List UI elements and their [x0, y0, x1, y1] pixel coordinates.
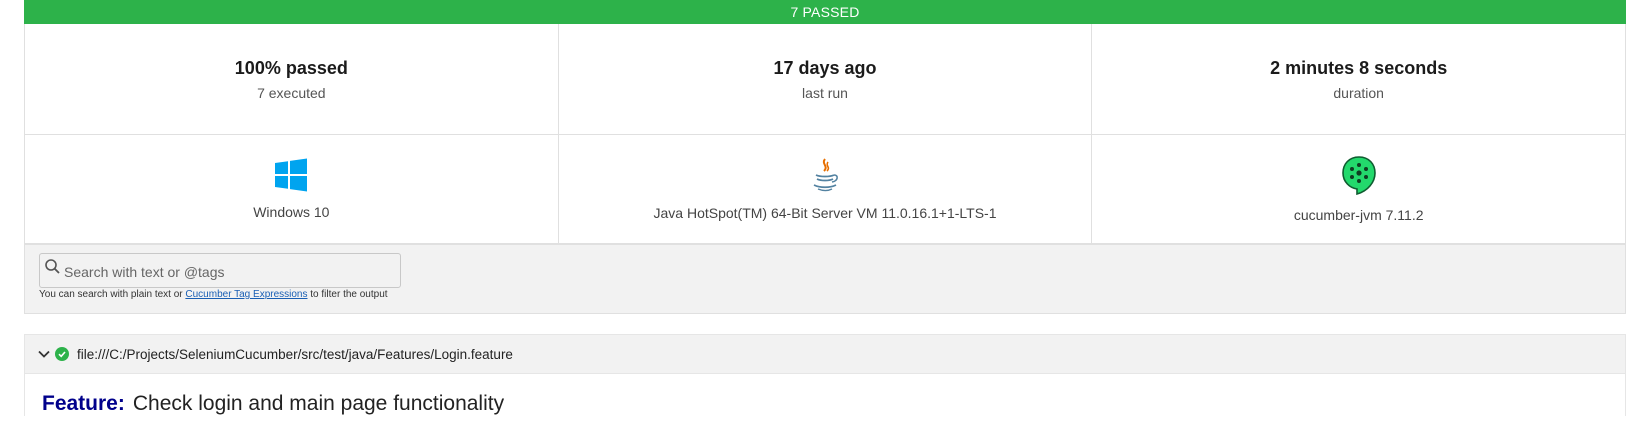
search-help: You can search with plain text or Cucumb… [39, 289, 388, 300]
summary-passed-label: 7 executed [257, 84, 326, 101]
environment-os: Windows 10 [25, 135, 559, 243]
summary-grid: 100% passed 7 executed 17 days ago last … [24, 24, 1626, 244]
feature-name: Check login and main page functionality [132, 392, 505, 415]
windows-icon [275, 158, 308, 192]
chevron-down-icon[interactable] [37, 347, 51, 361]
summary-duration: 2 minutes 8 seconds duration [1092, 24, 1625, 134]
feature-file-path: file:///C:/Projects/SeleniumCucumber/src… [77, 346, 513, 362]
search-help-prefix: You can search with plain text or [39, 289, 183, 300]
summary-duration-label: duration [1333, 84, 1384, 101]
cucumber-icon [1341, 156, 1376, 195]
search-help-suffix: to filter the output [310, 289, 388, 300]
summary-last-run: 17 days ago last run [559, 24, 1093, 134]
summary-duration-value: 2 minutes 8 seconds [1270, 57, 1448, 78]
summary-passed: 100% passed 7 executed [25, 24, 559, 134]
summary-passed-value: 100% passed [234, 57, 348, 78]
environment-tool-label: cucumber-jvm 7.11.2 [1293, 207, 1424, 223]
summary-row: 100% passed 7 executed 17 days ago last … [25, 24, 1625, 135]
search-icon [45, 258, 60, 274]
environment-runtime: Java HotSpot(TM) 64-Bit Server VM 11.0.1… [559, 135, 1093, 243]
feature-title: Feature: Check login and main page functi… [25, 374, 1625, 416]
status-banner: 7 PASSED [24, 0, 1626, 24]
feature-keyword: Feature: [42, 392, 125, 415]
search-input[interactable] [62, 257, 400, 286]
report-container: 7 PASSED 100% passed 7 executed 17 days … [24, 0, 1626, 416]
feature-block: file:///C:/Projects/SeleniumCucumber/src… [24, 334, 1626, 416]
tag-expressions-link[interactable]: Cucumber Tag Expressions [185, 289, 307, 300]
environment-tool: cucumber-jvm 7.11.2 [1092, 135, 1625, 243]
search-panel: You can search with plain text or Cucumb… [24, 244, 1626, 314]
environment-runtime-label: Java HotSpot(TM) 64-Bit Server VM 11.0.1… [653, 205, 997, 221]
environment-row: Windows 10 Java HotSpot(TM) 64-Bit Serve… [25, 135, 1625, 243]
summary-last-run-value: 17 days ago [773, 57, 877, 78]
java-icon [813, 158, 838, 192]
feature-header[interactable]: file:///C:/Projects/SeleniumCucumber/src… [25, 335, 1625, 374]
search-box[interactable] [39, 253, 401, 288]
environment-os-label: Windows 10 [253, 204, 330, 220]
status-banner-text: 7 PASSED [790, 4, 860, 20]
passed-check-icon [55, 347, 69, 361]
summary-last-run-label: last run [802, 84, 848, 101]
